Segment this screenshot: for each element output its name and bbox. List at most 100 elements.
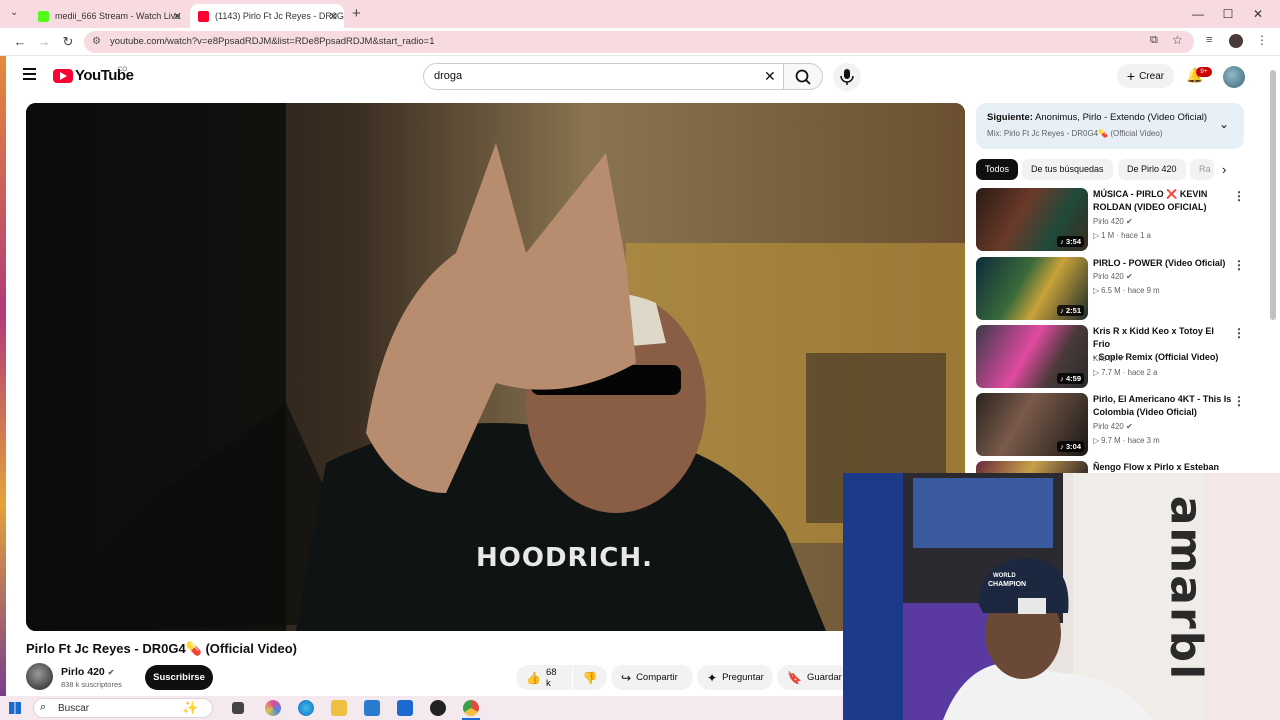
subscriber-count: 838 k suscriptores [61, 680, 122, 689]
minimize-button[interactable]: — [1183, 4, 1213, 24]
scrollbar-thumb[interactable] [1270, 70, 1276, 320]
wall-logo-text: amarbl [1160, 495, 1212, 682]
duration-badge: ♪ 2:51 [1057, 305, 1084, 316]
forward-arrow-icon[interactable]: → [36, 34, 52, 50]
search-input[interactable]: droga ✕ [423, 63, 785, 90]
like-button[interactable]: 👍 68 k [516, 665, 572, 690]
share-arrow-icon: ↪ [621, 670, 632, 685]
chip-de-tus-busquedas[interactable]: De tus búsquedas [1022, 159, 1113, 180]
kick-favicon-icon [38, 10, 49, 22]
rec-stats: ▷ 9.7 M · hace 3 m [1093, 436, 1160, 445]
copilot-sparkle-icon: ✨ [182, 700, 199, 715]
channel-avatar[interactable] [26, 663, 53, 690]
ask-button[interactable]: ✦ Preguntar [697, 665, 773, 690]
media-control-icon[interactable]: ≡ [1206, 34, 1212, 46]
bookmark-star-icon[interactable]: ☆ [1172, 33, 1183, 47]
file-explorer-icon[interactable] [331, 700, 347, 716]
taskbar-search-icon: ⌕ [40, 701, 47, 713]
country-code: CO [118, 67, 127, 73]
bookmark-icon: 🔖 [787, 670, 802, 685]
back-arrow-icon[interactable]: ← [12, 34, 28, 50]
rec-title[interactable]: MÚSICA - PIRLO ❌ KEVIN ROLDAN (VIDEO OFIC… [1093, 188, 1233, 214]
video-player[interactable]: HOODRICH. [26, 103, 965, 631]
rec-more-options-icon[interactable]: ⋮ [1233, 258, 1245, 272]
chip-todos[interactable]: Todos [976, 159, 1019, 180]
playlist-next-panel[interactable]: Siguiente: Anonimus, Pirlo - Extendo (Vi… [976, 103, 1244, 149]
channel-name[interactable]: Pirlo 420 ✔ [61, 666, 114, 678]
video-title: Pirlo Ft Jc Reyes - DR0G4💊 (Official Vid… [26, 641, 297, 656]
cap-text-bottom: CHAMPION [988, 581, 1027, 588]
notification-count-badge: 9+ [1196, 67, 1212, 77]
plus-icon: + [1126, 68, 1136, 84]
rec-more-options-icon[interactable]: ⋮ [1233, 326, 1245, 340]
rec-more-options-icon[interactable]: ⋮ [1233, 394, 1245, 408]
youtube-favicon-icon [198, 10, 209, 22]
ask-label: Preguntar [722, 672, 764, 683]
share-button[interactable]: ↪ Compartir [611, 665, 693, 690]
save-label: Guardar [806, 672, 842, 683]
voice-search-button[interactable] [833, 63, 861, 91]
hamburger-menu-icon[interactable] [23, 68, 36, 70]
browser-tab-youtube[interactable]: (1143) Pirlo Ft Jc Reyes - DR0G4 ✕ [190, 4, 344, 28]
save-button[interactable]: 🔖 Guardar [777, 665, 843, 690]
shirt-logo-text: HOODRICH. [476, 543, 653, 573]
new-tab-button[interactable]: + [352, 5, 361, 22]
taskbar-search-placeholder: Buscar [58, 703, 90, 714]
close-window-button[interactable]: ✕ [1243, 4, 1273, 24]
maximize-button[interactable]: ☐ [1213, 4, 1243, 24]
subscribe-button[interactable]: Suscribirse [145, 665, 213, 690]
windows-start-icon[interactable] [9, 702, 21, 714]
clear-search-icon[interactable]: ✕ [764, 68, 776, 85]
outlook-icon[interactable] [397, 700, 413, 716]
webcam-scene [843, 473, 1280, 720]
rec-more-options-icon[interactable]: ⋮ [1233, 189, 1245, 203]
rec-thumbnail[interactable]: ♪ 3:04 [976, 393, 1088, 456]
rec-thumbnail[interactable]: ♪ 4:59 [976, 325, 1088, 388]
rec-thumbnail[interactable] [976, 461, 1088, 473]
profile-avatar-icon[interactable] [1229, 34, 1243, 48]
expand-chevron-icon[interactable]: ⌄ [1219, 117, 1229, 131]
account-avatar[interactable] [1223, 66, 1245, 88]
chip-truncated[interactable]: Ra [1190, 159, 1214, 180]
tab-close-icon[interactable]: ✕ [173, 10, 182, 23]
cap-text-top: WORLD [993, 573, 1016, 579]
verified-check-icon: ✔ [107, 668, 115, 677]
chip-de-pirlo-420[interactable]: De Pirlo 420 [1118, 159, 1186, 180]
rec-thumbnail[interactable]: ♪ 2:51 [976, 257, 1088, 320]
rec-channel[interactable]: Pirlo 420 ✔ [1093, 272, 1132, 281]
mix-label: Mix: Pirlo Ft Jc Reyes - DR0G4💊 (Officia… [987, 129, 1163, 138]
tab-search-chevron-icon[interactable]: ⌄ [10, 7, 18, 18]
rec-stats: ▷ 7.7 M · hace 2 a [1093, 368, 1158, 377]
install-app-icon[interactable]: ⧉ [1150, 34, 1158, 47]
rec-thumbnail[interactable]: ♪ 3:54 [976, 188, 1088, 251]
obs-icon[interactable] [430, 700, 446, 716]
next-title: Anonimus, Pirlo - Extendo (Video Oficial… [1035, 112, 1208, 123]
rec-title[interactable]: PIRLO - POWER (Video Oficial) [1093, 257, 1233, 270]
rec-channel[interactable]: Kris R. ✔ [1093, 354, 1125, 363]
desktop-wallpaper-strip [0, 56, 6, 696]
site-info-icon[interactable]: ⚙ [92, 36, 101, 47]
tab-close-icon[interactable]: ✕ [329, 10, 338, 23]
search-button[interactable] [783, 63, 823, 90]
edge-icon[interactable] [298, 700, 314, 716]
reload-icon[interactable]: ↻ [60, 34, 76, 50]
taskbar-search-box[interactable]: ⌕ Buscar ✨ [33, 698, 213, 718]
task-view-icon[interactable] [232, 702, 244, 714]
microsoft-store-icon[interactable] [364, 700, 380, 716]
browser-tab-bar: ⌄ medii_666 Stream - Watch Live ✕ (1143)… [0, 0, 1280, 28]
chrome-icon[interactable] [463, 700, 479, 716]
chips-next-chevron-icon[interactable]: › [1222, 162, 1226, 177]
url-text: youtube.com/watch?v=e8PpsadRDJM&list=RDe… [110, 36, 435, 47]
rec-channel[interactable]: Pirlo 420 ✔ [1093, 217, 1132, 226]
copilot-icon[interactable] [265, 700, 281, 716]
thumbs-down-icon: 👎 [582, 670, 598, 685]
rec-title[interactable]: Pirlo, El Americano 4KT - This Is Colombi… [1093, 393, 1233, 419]
duration-badge: ♪ 4:59 [1057, 373, 1084, 384]
create-button[interactable]: + Crear [1117, 64, 1174, 88]
browser-tab-kick[interactable]: medii_666 Stream - Watch Live ✕ [30, 4, 188, 28]
dislike-button[interactable]: 👎 [573, 665, 607, 690]
rec-stats: ▷ 1 M · hace 1 a [1093, 231, 1152, 240]
browser-menu-icon[interactable]: ⋮ [1256, 33, 1268, 47]
rec-channel[interactable]: Pirlo 420 ✔ [1093, 422, 1132, 431]
webcam-overlay: amarbl WORLD CHAMPION [843, 473, 1280, 720]
